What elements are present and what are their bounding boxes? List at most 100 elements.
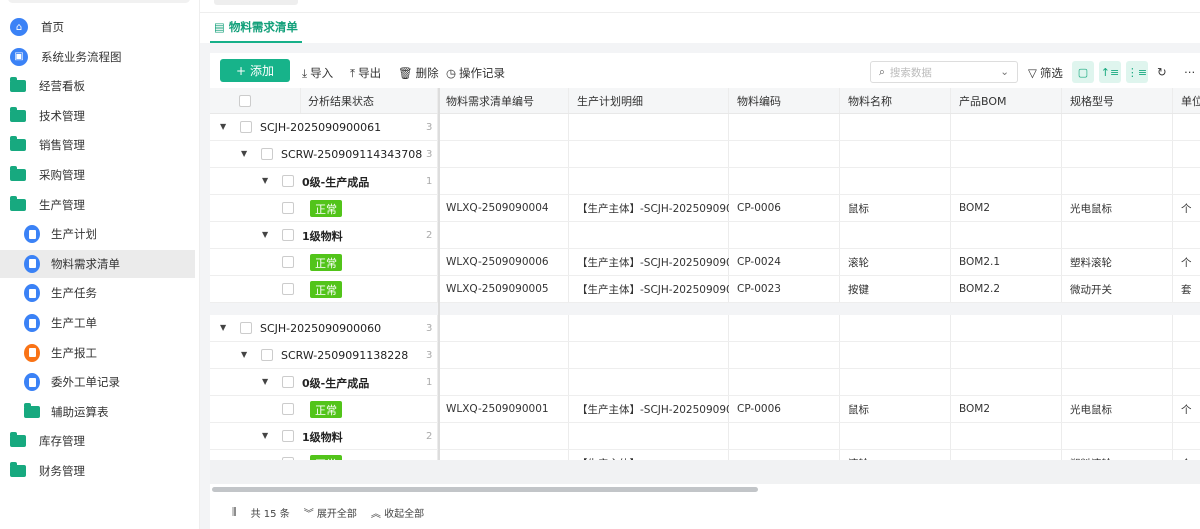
table-cell: CP-0024 <box>737 256 781 268</box>
plus-icon: + <box>235 63 247 78</box>
caret-down-icon[interactable]: ▼ <box>262 431 268 440</box>
list-icon: ▤ <box>214 20 225 34</box>
log-button[interactable]: ◷ 操作记录 <box>446 65 505 81</box>
table-row[interactable]: 正常 WLXQ-2509090006 【生产主体】-SCJH-202509090..… <box>210 249 1200 276</box>
sidebar-item[interactable]: 委外工单记录 <box>0 368 195 396</box>
table-row[interactable]: 正常 WLXQ-2509090004 【生产主体】-SCJH-202509090..… <box>210 195 1200 222</box>
row-checkbox[interactable] <box>282 403 294 415</box>
select-all-checkbox[interactable] <box>239 95 251 107</box>
column-header[interactable]: 分析结果状态 <box>301 88 438 113</box>
table-row[interactable]: 正常 WLXQ-2509090001 【生产主体】-SCJH-202509090..… <box>210 396 1200 423</box>
add-button[interactable]: + 添加 <box>220 59 290 82</box>
cell-bg <box>840 423 951 449</box>
sidebar-search[interactable] <box>8 0 190 3</box>
row-checkbox[interactable] <box>240 322 252 334</box>
horizontal-scrollbar[interactable] <box>212 487 758 492</box>
search-input[interactable]: ⌕ 搜索数据 ⌄ <box>870 61 1018 83</box>
sidebar-item[interactable]: ⌂ 首页 <box>0 13 195 41</box>
column-header[interactable]: 产品BOM <box>951 88 1062 113</box>
group-row[interactable]: ▼ 1级物料 2 <box>210 222 1200 249</box>
column-header[interactable]: 生产计划明细 <box>569 88 729 113</box>
cell-bg <box>569 369 729 395</box>
table-cell <box>438 450 569 460</box>
breadcrumb[interactable] <box>214 0 298 5</box>
row-checkbox[interactable] <box>261 349 273 361</box>
columns-icon[interactable]: ⫼ <box>232 507 237 518</box>
row-checkbox[interactable] <box>282 430 294 442</box>
column-header[interactable]: 物料编码 <box>729 88 840 113</box>
import-button[interactable]: ⤓ 导入 <box>302 65 333 81</box>
group-row[interactable]: ▼ SCJH-2025090900060 3 <box>210 315 1200 342</box>
group-row[interactable]: ▼ SCJH-2025090900061 3 <box>210 114 1200 141</box>
cell-bg <box>569 423 729 449</box>
filter-icon: ▽ <box>1028 66 1037 80</box>
tree-icon[interactable]: ⋮≡ <box>1126 61 1148 83</box>
top-bar <box>200 0 1200 13</box>
table-row[interactable]: 正常 WLXQ-2509090005 【生产主体】-SCJH-202509090..… <box>210 276 1200 303</box>
sidebar-item[interactable]: 库存管理 <box>0 427 195 455</box>
sidebar-item[interactable]: 辅助运算表 <box>0 398 195 426</box>
row-checkbox[interactable] <box>282 229 294 241</box>
more-icon[interactable]: ⋯ <box>1184 65 1196 79</box>
collapse-all-button[interactable]: ︽ 收起全部 <box>371 505 424 520</box>
row-checkbox[interactable] <box>240 121 252 133</box>
row-checkbox[interactable] <box>282 256 294 268</box>
cell-bg <box>840 315 951 341</box>
column-header[interactable]: 规格型号 <box>1062 88 1173 113</box>
group-row[interactable]: ▼ 0级-生产成品 1 <box>210 369 1200 396</box>
export-button[interactable]: ⤒ 导出 <box>350 65 381 81</box>
sidebar-item[interactable]: 采购管理 <box>0 161 195 189</box>
cell-bg <box>1173 222 1200 248</box>
table-row[interactable]: 正常【生产主体】滚轮塑料滚轮个 <box>210 450 1200 460</box>
caret-down-icon[interactable]: ▼ <box>241 350 247 359</box>
sidebar-item[interactable]: 生产工单 <box>0 309 195 337</box>
cell-bg <box>1062 114 1173 140</box>
doc-icon <box>24 225 40 244</box>
sidebar-item-label: 辅助运算表 <box>51 404 109 419</box>
sidebar-item[interactable]: 财务管理 <box>0 457 195 485</box>
sidebar-item[interactable]: 经营看板 <box>0 72 195 100</box>
column-header[interactable]: 物料需求清单编号 <box>438 88 569 113</box>
group-row[interactable]: ▼ SCRW-2509091138228 3 <box>210 342 1200 369</box>
caret-down-icon[interactable]: ▼ <box>262 176 268 185</box>
filter-button[interactable]: ▽ 筛选 <box>1028 65 1063 81</box>
row-checkbox[interactable] <box>282 283 294 295</box>
sidebar-item[interactable]: 生产计划 <box>0 220 195 248</box>
folder-icon <box>24 402 40 418</box>
group-row[interactable]: ▼ SCRW-250909114343708 3 <box>210 141 1200 168</box>
home-icon: ⌂ <box>10 18 28 36</box>
refresh-icon[interactable]: ↻ <box>1157 65 1167 79</box>
sidebar-item[interactable]: 生产管理 <box>0 191 195 219</box>
caret-down-icon[interactable]: ▼ <box>220 122 226 131</box>
group-row[interactable]: ▼ 0级-生产成品 1 <box>210 168 1200 195</box>
sidebar-item[interactable]: 生产报工 <box>0 339 195 367</box>
sidebar-item[interactable]: 生产任务 <box>0 279 195 307</box>
row-checkbox[interactable] <box>282 376 294 388</box>
sort-icon[interactable]: ↑≡ <box>1099 61 1121 83</box>
cell-bg <box>729 423 840 449</box>
group-row[interactable]: ▼ 1级物料 2 <box>210 423 1200 450</box>
sidebar-item[interactable]: 销售管理 <box>0 131 195 159</box>
row-checkbox[interactable] <box>282 175 294 187</box>
column-header[interactable]: 物料名称 <box>840 88 951 113</box>
row-checkbox[interactable] <box>261 148 273 160</box>
table-cell: 鼠标 <box>848 403 869 416</box>
sidebar-item[interactable]: ▣ 系统业务流程图 <box>0 43 195 71</box>
sidebar-item[interactable]: 技术管理 <box>0 102 195 130</box>
tab-material-requirements[interactable]: ▤ 物料需求清单 <box>210 13 302 43</box>
note-icon[interactable]: ▢ <box>1072 61 1094 83</box>
column-header[interactable]: 单位 <box>1173 88 1200 113</box>
sidebar-item[interactable]: 物料需求清单 <box>0 249 195 278</box>
cell-bg <box>729 369 840 395</box>
group-count: 2 <box>426 230 433 241</box>
caret-down-icon[interactable]: ▼ <box>241 149 247 158</box>
caret-down-icon[interactable]: ▼ <box>262 230 268 239</box>
table-cell: 滚轮 <box>848 256 869 269</box>
expand-all-button[interactable]: ︾ 展开全部 <box>304 505 357 520</box>
group-count: 3 <box>426 149 433 160</box>
cell-bg <box>1062 342 1173 368</box>
row-checkbox[interactable] <box>282 202 294 214</box>
caret-down-icon[interactable]: ▼ <box>220 323 226 332</box>
caret-down-icon[interactable]: ▼ <box>262 377 268 386</box>
delete-button[interactable]: 🗑 删除 <box>398 65 439 81</box>
